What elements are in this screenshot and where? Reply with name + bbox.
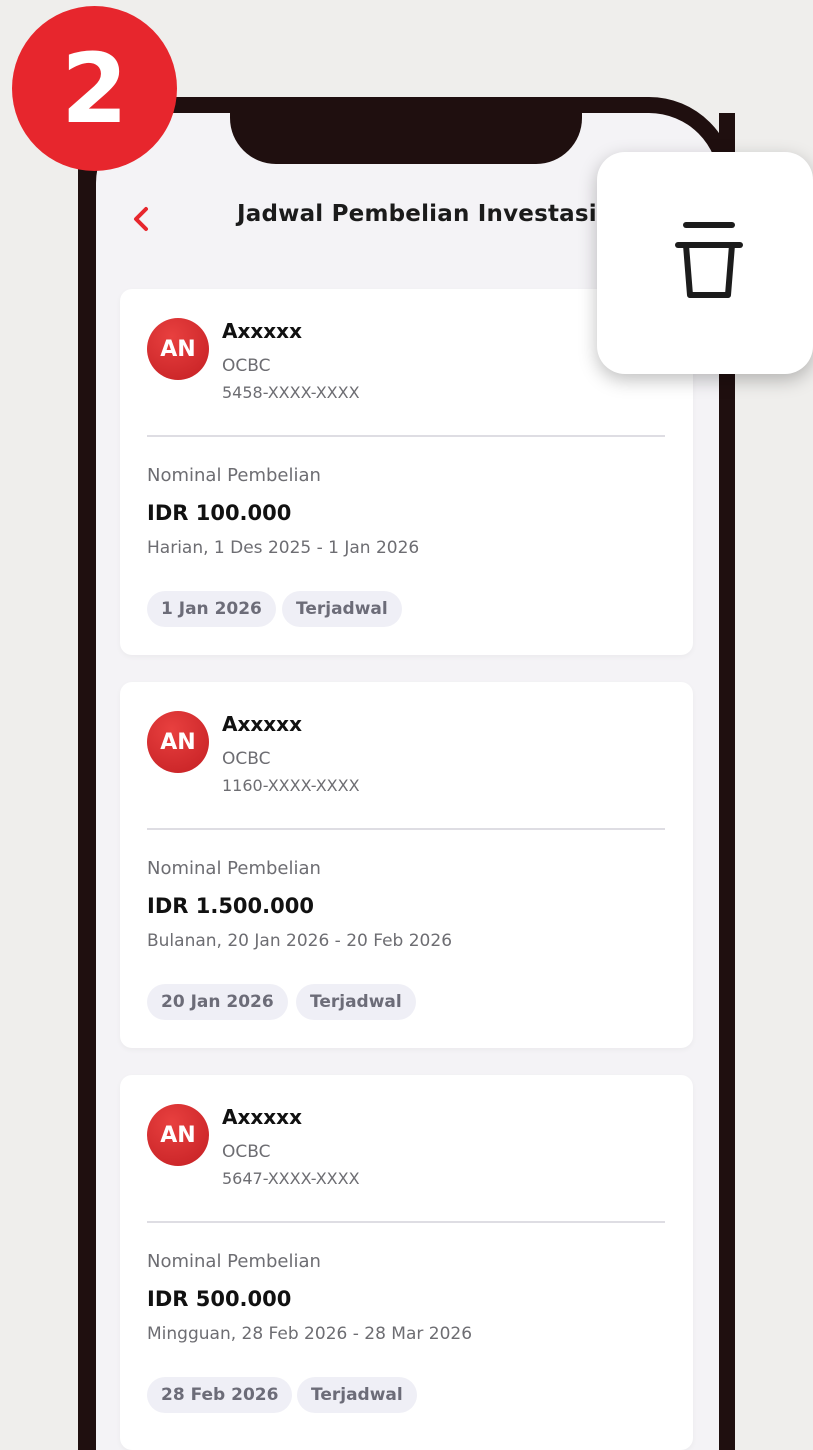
account-number: 5647-XXXX-XXXX <box>222 1169 360 1188</box>
schedule-card[interactable]: AN Axxxxx OCBC 1160-XXXX-XXXX Nominal Pe… <box>120 682 693 1048</box>
account-number: 1160-XXXX-XXXX <box>222 776 360 795</box>
avatar: AN <box>147 1104 209 1166</box>
bank-name: OCBC <box>222 749 271 769</box>
next-date-chip: 20 Jan 2026 <box>147 984 288 1020</box>
nominal-label: Nominal Pembelian <box>147 1251 321 1272</box>
schedule-period: Mingguan, 28 Feb 2026 - 28 Mar 2026 <box>147 1324 473 1344</box>
divider <box>147 1221 665 1223</box>
schedule-period: Harian, 1 Des 2025 - 1 Jan 2026 <box>147 538 420 558</box>
step-number-badge: 2 <box>12 6 177 171</box>
purchase-amount: IDR 500.000 <box>147 1287 292 1311</box>
phone-notch <box>230 97 582 164</box>
bank-name: OCBC <box>222 356 271 376</box>
next-date-chip: 28 Feb 2026 <box>147 1377 293 1413</box>
avatar: AN <box>147 318 209 380</box>
purchase-amount: IDR 1.500.000 <box>147 894 314 918</box>
nominal-label: Nominal Pembelian <box>147 465 321 486</box>
avatar: AN <box>147 711 209 773</box>
account-number: 5458-XXXX-XXXX <box>222 383 360 402</box>
status-badge: Terjadwal <box>282 591 402 627</box>
divider <box>147 828 665 830</box>
schedule-card[interactable]: AN Axxxxx OCBC 5647-XXXX-XXXX Nominal Pe… <box>120 1075 693 1450</box>
status-badge: Terjadwal <box>297 1377 417 1413</box>
schedule-period: Bulanan, 20 Jan 2026 - 20 Feb 2026 <box>147 931 453 951</box>
trash-icon[interactable] <box>672 219 746 303</box>
status-badge: Terjadwal <box>296 984 416 1020</box>
bank-name: OCBC <box>222 1142 271 1162</box>
purchase-amount: IDR 100.000 <box>147 501 292 525</box>
account-holder-name: Axxxxx <box>222 712 302 736</box>
phone-bezel-left <box>78 113 96 1450</box>
account-holder-name: Axxxxx <box>222 319 302 343</box>
nominal-label: Nominal Pembelian <box>147 858 321 879</box>
page-title: Jadwal Pembelian Investasi <box>237 201 597 227</box>
next-date-chip: 1 Jan 2026 <box>147 591 276 627</box>
divider <box>147 435 665 437</box>
chevron-left-icon[interactable] <box>128 199 156 239</box>
account-holder-name: Axxxxx <box>222 1105 302 1129</box>
